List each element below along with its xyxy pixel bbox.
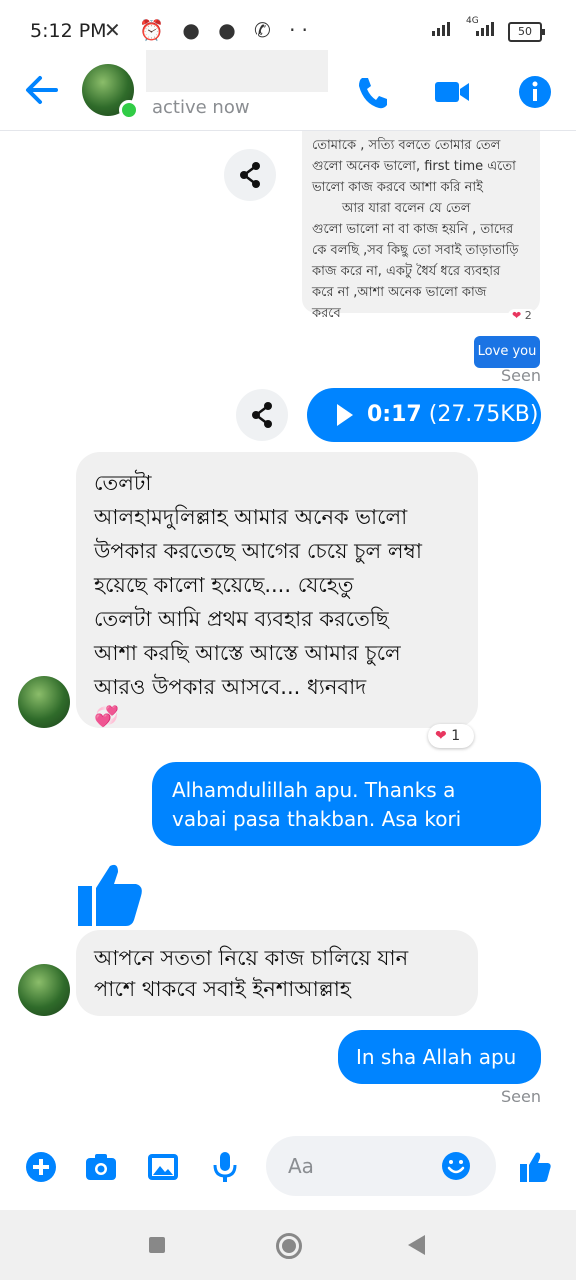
plus-icon[interactable] <box>24 1150 58 1184</box>
back-icon[interactable] <box>408 1235 425 1255</box>
audio-duration: 0:17 <box>367 402 422 427</box>
message-text: Alhamdulillah apu. Thanks a vabai pasa t… <box>172 778 462 831</box>
recents-icon[interactable] <box>149 1237 165 1253</box>
heart-icon: ❤ <box>435 728 447 744</box>
love-you-message[interactable]: Love you <box>474 336 540 368</box>
info-icon[interactable] <box>517 72 553 112</box>
call-icon: ✆ <box>254 18 277 42</box>
share-icon <box>252 402 272 428</box>
messenger-icon: ● <box>182 18 206 42</box>
message-text: আপনে সততা নিয়ে কাজ চালিয়ে যান পাশে থাক… <box>94 946 409 1001</box>
message-input-placeholder: Aa <box>288 1154 314 1178</box>
seen-label: Seen <box>501 366 541 385</box>
audio-size: (27.75KB) <box>428 402 539 427</box>
home-icon[interactable] <box>276 1233 302 1259</box>
message-text: তেলটা আলহামদুলিল্লাহ আমার অনেক ভালো উপকা… <box>94 471 422 699</box>
avatar[interactable] <box>18 964 70 1016</box>
image-text-line: কে বলছি ,সব কিছু তো সবাই তাড়াতাড়ি <box>312 243 519 258</box>
mic-icon[interactable] <box>208 1150 242 1184</box>
share-button[interactable] <box>224 149 276 201</box>
alarm-icon: ⏰ <box>139 18 171 42</box>
back-arrow-icon[interactable] <box>22 72 62 108</box>
share-icon <box>240 162 260 188</box>
play-icon[interactable] <box>337 404 353 426</box>
more-icon: ·· <box>289 18 314 42</box>
image-text-line: কাজ করে না, একটু ধৈর্য ধরে ব্যবহার <box>312 264 501 279</box>
active-status: active now <box>152 97 250 118</box>
message-text: In sha Allah apu <box>356 1045 517 1069</box>
message-input[interactable]: Aa <box>266 1136 496 1196</box>
audio-message[interactable]: 0:17 (27.75KB) <box>307 388 541 442</box>
heart-icon: ❤ <box>512 309 522 322</box>
thumbs-up-sticker[interactable] <box>76 858 146 928</box>
gallery-icon[interactable] <box>146 1150 180 1184</box>
share-button[interactable] <box>236 389 288 441</box>
online-indicator <box>119 100 139 120</box>
image-text-line: ভালো কাজ করবে আশা করি নাই <box>312 180 483 195</box>
facebook-icon: ● <box>218 18 242 42</box>
outgoing-message[interactable]: In sha Allah apu <box>338 1030 541 1084</box>
outgoing-message[interactable]: Alhamdulillah apu. Thanks a vabai pasa t… <box>152 762 541 846</box>
image-text-line: আর যারা বলেন যে তেল <box>342 201 471 216</box>
battery-icon: 50 <box>508 22 545 42</box>
image-text-line: গুলো ভালো না বা কাজ হয়নি , তাদের <box>312 222 514 237</box>
emoji-icon[interactable] <box>440 1150 472 1182</box>
reaction-count: 2 <box>524 309 532 322</box>
status-icons: ✕ ⏰ ● ● ✆ ·· <box>104 18 314 42</box>
signal-icon <box>432 22 450 36</box>
camera-icon[interactable] <box>84 1150 118 1184</box>
incoming-message[interactable]: তেলটা আলহামদুলিল্লাহ আমার অনেক ভালো উপকা… <box>76 452 478 728</box>
video-icon[interactable] <box>434 72 470 112</box>
phone-icon[interactable] <box>354 72 390 112</box>
image-text-line: করে না ,আশা অনেক ভালো কাজ <box>312 285 487 300</box>
image-text-line: করবে <box>312 306 341 321</box>
incoming-message[interactable]: আপনে সততা নিয়ে কাজ চালিয়ে যান পাশে থাক… <box>76 930 478 1016</box>
mute-icon: ✕ <box>104 18 127 42</box>
reaction-count: 1 <box>451 728 461 744</box>
image-text-line: তোমাকে , সত্যি বলতে তোমার তেল <box>312 138 501 153</box>
seen-label: Seen <box>501 1087 541 1106</box>
image-reaction[interactable]: ❤ 2 <box>508 309 536 322</box>
audio-info: 0:17 (27.75KB) <box>367 402 538 427</box>
signal-icon-2 <box>476 22 494 36</box>
status-time: 5:12 PM <box>30 20 107 42</box>
image-text-line: গুলো অনেক ভালো, first time এতো <box>312 159 516 174</box>
image-message[interactable]: তোমাকে , সত্যি বলতে তোমার তেল গুলো অনেক … <box>302 131 540 321</box>
sparkling-hearts-emoji: 💞 <box>94 704 119 728</box>
contact-name-redacted[interactable] <box>146 50 328 92</box>
message-reaction[interactable]: ❤ 1 <box>428 724 474 748</box>
like-icon[interactable] <box>518 1150 552 1184</box>
system-nav-bar <box>0 1210 576 1280</box>
avatar[interactable] <box>18 676 70 728</box>
